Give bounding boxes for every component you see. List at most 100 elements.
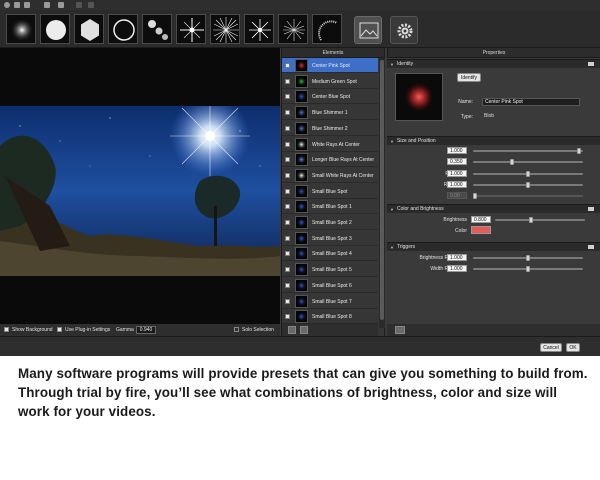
property-slider[interactable] bbox=[473, 148, 583, 154]
preset-star-rays[interactable] bbox=[210, 14, 240, 44]
element-row[interactable]: Small Blue Spot 4 bbox=[282, 246, 378, 262]
element-visibility-checkbox[interactable] bbox=[285, 188, 290, 194]
element-row[interactable]: Small Blue Spot 8 bbox=[282, 309, 378, 325]
element-visibility-checkbox[interactable] bbox=[285, 267, 290, 273]
preset-spot-chain[interactable] bbox=[142, 14, 172, 44]
element-visibility-checkbox[interactable] bbox=[285, 220, 290, 225]
brightness-slider-knob[interactable] bbox=[529, 217, 534, 223]
gamma-input[interactable]: 0.940 bbox=[136, 326, 156, 334]
element-visibility-checkbox[interactable] bbox=[285, 63, 290, 68]
property-value-input[interactable]: 1.000 bbox=[447, 254, 467, 261]
property-value-input[interactable]: 0.350 bbox=[447, 158, 467, 166]
open-icon[interactable] bbox=[24, 2, 30, 8]
preset-soft-glow[interactable] bbox=[6, 14, 36, 44]
property-slider[interactable] bbox=[473, 159, 583, 166]
triggers-section-header[interactable]: ▼ Triggers bbox=[387, 242, 600, 251]
background-image-button[interactable] bbox=[354, 16, 382, 44]
element-visibility-checkbox[interactable] bbox=[285, 172, 290, 178]
element-visibility-checkbox[interactable] bbox=[285, 282, 290, 288]
element-visibility-checkbox[interactable] bbox=[285, 251, 290, 257]
elements-scroll-thumb[interactable] bbox=[380, 60, 384, 320]
element-visibility-checkbox[interactable] bbox=[285, 204, 290, 210]
property-slider[interactable] bbox=[473, 170, 583, 177]
preset-hexagon[interactable] bbox=[74, 14, 104, 44]
element-row[interactable]: Center Blue Spot bbox=[282, 89, 378, 105]
element-row[interactable]: Small Blue Spot 1 bbox=[282, 199, 378, 215]
ok-button[interactable]: OK bbox=[566, 343, 580, 352]
property-value-input[interactable]: 1.000 bbox=[447, 169, 467, 177]
property-slider-knob[interactable] bbox=[526, 170, 530, 177]
element-visibility-checkbox[interactable] bbox=[285, 157, 290, 163]
soft-glow-icon bbox=[10, 18, 34, 42]
property-slider-knob[interactable] bbox=[526, 255, 530, 261]
undo-icon[interactable] bbox=[76, 2, 82, 8]
property-slider-knob[interactable] bbox=[526, 266, 530, 272]
show-background-checkbox[interactable] bbox=[4, 327, 9, 332]
element-row[interactable]: Small Blue Spot 6 bbox=[282, 278, 378, 293]
property-slider-knob[interactable] bbox=[526, 181, 530, 188]
preset-star-4[interactable] bbox=[176, 14, 206, 44]
arc-icon bbox=[318, 20, 338, 41]
flare-preview[interactable] bbox=[0, 48, 280, 324]
element-visibility-checkbox[interactable] bbox=[285, 141, 290, 147]
element-row[interactable]: Small Blue Spot bbox=[282, 184, 378, 199]
element-row[interactable]: Blue Shimmer 1 bbox=[282, 105, 378, 121]
preset-arc[interactable] bbox=[312, 14, 342, 44]
element-visibility-checkbox[interactable] bbox=[285, 110, 290, 116]
brightness-slider[interactable] bbox=[495, 217, 585, 223]
name-input[interactable]: Center Pink Spot bbox=[482, 98, 580, 106]
save-icon[interactable] bbox=[44, 2, 50, 8]
element-row[interactable]: Small Blue Spot 7 bbox=[282, 294, 378, 309]
save-as-icon[interactable] bbox=[58, 2, 64, 8]
gear-icon[interactable] bbox=[4, 2, 10, 8]
element-visibility-checkbox[interactable] bbox=[285, 94, 290, 100]
property-value-input[interactable]: 1.000 bbox=[447, 180, 467, 188]
preset-streaks[interactable] bbox=[278, 14, 308, 44]
property-value-input: 0.00 bbox=[447, 192, 467, 200]
element-name: Center Pink Spot bbox=[312, 63, 350, 69]
redo-icon[interactable] bbox=[88, 2, 94, 8]
element-thumbnail-icon bbox=[295, 168, 308, 182]
use-plugin-settings-checkbox[interactable] bbox=[57, 327, 62, 332]
element-row[interactable]: Center Pink Spot bbox=[282, 58, 378, 73]
identify-button[interactable]: Identify bbox=[457, 73, 481, 82]
property-slider[interactable] bbox=[473, 181, 583, 188]
preset-ring[interactable] bbox=[108, 14, 138, 44]
element-row[interactable]: Small Blue Spot 5 bbox=[282, 262, 378, 278]
element-row[interactable]: Longer Blue Rays At Center bbox=[282, 152, 378, 168]
element-row[interactable]: Medium Green Spot bbox=[282, 74, 378, 89]
element-row[interactable]: Small White Rays At Center bbox=[282, 168, 378, 183]
brightness-input[interactable]: 0.800 bbox=[471, 216, 491, 223]
element-row[interactable]: White Rays At Center bbox=[282, 137, 378, 152]
property-value-input[interactable]: 1.000 bbox=[447, 265, 467, 272]
preset-spiky-star[interactable] bbox=[244, 14, 274, 44]
property-slider[interactable] bbox=[473, 266, 583, 272]
ring-icon bbox=[113, 19, 135, 41]
size-position-section-header[interactable]: ▼ Size and Position bbox=[387, 136, 600, 145]
property-slider-knob[interactable] bbox=[576, 148, 581, 154]
element-visibility-checkbox[interactable] bbox=[285, 235, 290, 241]
property-value-input[interactable]: 1.000 bbox=[447, 147, 467, 154]
preset-disc[interactable] bbox=[40, 14, 70, 44]
settings-button[interactable] bbox=[390, 16, 418, 44]
identity-section-header[interactable]: ▼ Identity bbox=[387, 59, 600, 68]
property-slider[interactable] bbox=[473, 255, 583, 261]
remove-element-button[interactable] bbox=[300, 326, 308, 334]
property-slider-knob[interactable] bbox=[510, 159, 515, 166]
element-visibility-checkbox[interactable] bbox=[285, 125, 290, 131]
element-row[interactable]: Blue Shimmer 2 bbox=[282, 121, 378, 136]
elements-scrollbar[interactable] bbox=[379, 58, 385, 328]
color-brightness-section-header[interactable]: ▼ Color and Brightness bbox=[387, 204, 600, 213]
element-row[interactable]: Small Blue Spot 3 bbox=[282, 231, 378, 246]
new-icon[interactable] bbox=[14, 2, 20, 8]
color-swatch[interactable] bbox=[471, 226, 491, 234]
add-element-button[interactable] bbox=[288, 326, 296, 334]
solo-selection-checkbox[interactable] bbox=[234, 327, 239, 332]
picture-icon bbox=[359, 22, 379, 39]
element-visibility-checkbox[interactable] bbox=[285, 314, 290, 320]
reset-button[interactable] bbox=[395, 326, 405, 334]
cancel-button[interactable]: Cancel bbox=[540, 343, 562, 352]
element-row[interactable]: Small Blue Spot 2 bbox=[282, 215, 378, 230]
element-visibility-checkbox[interactable] bbox=[285, 298, 290, 304]
element-visibility-checkbox[interactable] bbox=[285, 78, 290, 84]
